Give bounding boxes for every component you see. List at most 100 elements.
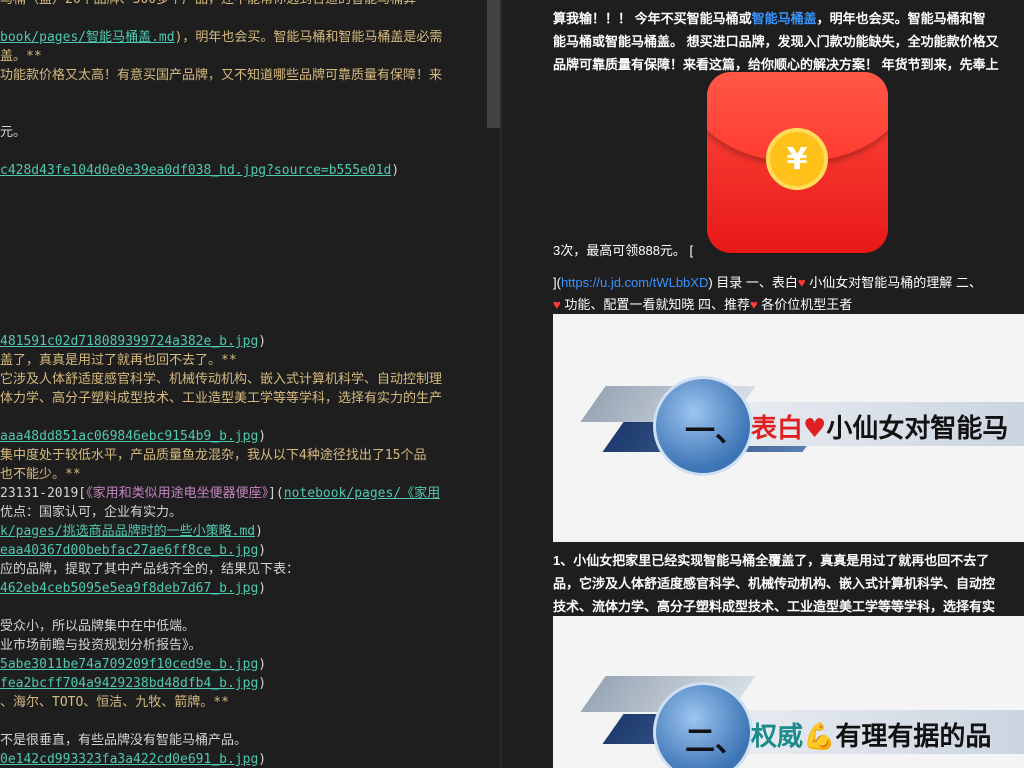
editor-link-text[interactable]: fea2bcff704a9429238bd48dfb4_b.jpg [0,676,258,691]
editor-link-text[interactable]: k/pages/挑选商品品牌时的一些小策略.md [0,524,255,539]
banner-title-highlight: 表白 [751,414,804,444]
heart-icon: ♥ [553,297,561,312]
editor-scrollbar-thumb[interactable] [487,0,500,128]
editor-text: 不是很垂直，有些品牌没有智能马桶产品。 [0,733,248,748]
editor-line[interactable]: 优点：国家认可，企业有实力。 [0,503,490,522]
editor-text: 功能款价格又太高！有意买国产品牌，又不知道哪些品牌可靠质量有保障！来 [0,68,443,83]
editor-text: 应的品牌，提取了其中产品线齐全的，结果见下表： [0,562,300,577]
editor-line[interactable]: eaa40367d00bebfac27ae6ff8ce_b.jpg) [0,541,490,560]
banner-title-highlight: 权威 [751,722,804,752]
editor-text: 集中度处于较低水平，产品质量鱼龙混杂，我从以下4种途径找出了15个品 [0,448,427,463]
red-envelope-image: ¥ [707,72,888,253]
editor-text: ) [391,163,400,178]
editor-text: 23131-2019[ [0,486,87,501]
editor-line[interactable] [0,256,490,275]
editor-text: 盖。** [0,49,42,64]
preview-link-jd[interactable]: https://u.jd.com/tWLbbXD [561,275,708,290]
editor-line[interactable] [0,237,490,256]
editor-line[interactable]: 5abe3011be74a709209f10ced9e_b.jpg) [0,655,490,674]
editor-line[interactable]: 它涉及人体舒适度感官科学、机械传动机构、嵌入式计算机科学、自动控制理 [0,370,490,389]
editor-link-text[interactable]: 5abe3011be74a709209f10ced9e_b.jpg [0,657,258,672]
preview-paragraph-line: 算我输！！！ 今年不买智能马桶或智能马桶盖，明年也会买。智能马桶和智 [553,8,986,27]
editor-text: 马桶（盖）26个品牌、300多个产品，还不能帮你选到合适的智能马桶算 [0,0,416,7]
section-banner-image-2: 二、 权威💪有理有据的品 [553,616,1024,768]
banner-number: 一、 [685,414,745,449]
editor-link-text[interactable]: eaa40367d00bebfac27ae6ff8ce_b.jpg [0,543,258,558]
editor-line[interactable]: 功能款价格又太高！有意买国产品牌，又不知道哪些品牌可靠质量有保障！来 [0,66,490,85]
editor-line[interactable]: k/pages/挑选商品品牌时的一些小策略.md) [0,522,490,541]
preview-text: 功能、配置一看就知晓 四、推荐 [560,297,750,312]
editor-line[interactable] [0,142,490,161]
editor-line[interactable]: 马桶（盖）26个品牌、300多个产品，还不能帮你选到合适的智能马桶算 [0,0,490,9]
editor-line[interactable]: aaa48dd851ac069846ebc9154b9_b.jpg) [0,427,490,446]
banner-number: 二、 [685,724,745,759]
editor-line[interactable] [0,598,490,617]
preview-paragraph-line: 1、小仙女把家里已经实现智能马桶全覆盖了，真真是用过了就再也回不去了 [553,553,990,568]
editor-line[interactable] [0,218,490,237]
editor-code-area[interactable]: 马桶（盖）26个品牌、300多个产品，还不能帮你选到合适的智能马桶算 book/p… [0,0,490,768]
yuan-coin-icon: ¥ [766,128,828,190]
editor-text: )，明年也会买。智能马桶和智能马桶盖是必需 [174,30,443,45]
banner-title: 表白♥小仙女对智能马 [751,408,1008,445]
editor-line[interactable] [0,85,490,104]
editor-link-text[interactable]: c428d43fe104d0e0e39ea0df038_hd.jpg?sourc… [0,163,391,178]
preview-text: ，明年也会买。智能马桶和智 [816,11,986,26]
banner-title-text: 有理有据的品 [835,722,992,752]
editor-text: 业市场前瞻与投资规划分析报告》。 [0,638,202,653]
editor-line[interactable] [0,104,490,123]
editor-line[interactable] [0,294,490,313]
editor-line[interactable]: 、海尔、TOTO、恒洁、九牧、箭牌。** [0,693,490,712]
editor-link-text[interactable]: 462eb4ceb5095e5ea9f8deb7d67_b.jpg [0,581,258,596]
editor-line[interactable]: 盖了，真真是用过了就再也回不去了。** [0,351,490,370]
editor-text: 优点：国家认可，企业有实力。 [0,505,183,520]
preview-paragraph-line: 品牌可靠质量有保障！来看这篇，给你顺心的解决方案！ 年货节到来，先奉上 [553,57,999,72]
editor-line[interactable]: 0e142cd993323fa3a422cd0e691_b.jpg) [0,750,490,768]
editor-line[interactable] [0,199,490,218]
heart-icon: ♥ [749,297,758,312]
preview-paragraph-line: ♥ 功能、配置一看就知晓 四、推荐♥ 各价位机型王者 [553,294,852,313]
editor-text: ) [258,429,267,444]
editor-line[interactable]: 481591c02d718089399724a382e_b.jpg) [0,332,490,351]
editor-text: ) [258,676,267,691]
editor-line[interactable]: 业市场前瞻与投资规划分析报告》。 [0,636,490,655]
preview-paragraph-line: ](https://u.jd.com/tWLbbXD) 目录 一、表白♥ 小仙女… [553,272,982,291]
preview-text: 小仙女对智能马桶的理解 二、 [805,275,982,290]
editor-text: 体力学、高分子塑料成型技术、工业造型美工学等等学科，选择有实力的生产 [0,391,443,406]
editor-link-text[interactable]: 481591c02d718089399724a382e_b.jpg [0,334,258,349]
editor-line[interactable] [0,9,490,28]
preview-text: ]( [553,275,561,290]
editor-line[interactable]: 元。 [0,123,490,142]
preview-paragraph-line: 技术、流体力学、高分子塑料成型技术、工业造型美工学等等学科，选择有实 [553,599,996,614]
editor-text: ) [255,524,263,539]
editor-line[interactable]: c428d43fe104d0e0e39ea0df038_hd.jpg?sourc… [0,161,490,180]
editor-line[interactable] [0,180,490,199]
editor-line[interactable]: 462eb4ceb5095e5ea9f8deb7d67_b.jpg) [0,579,490,598]
markdown-preview: 算我输！！！ 今年不买智能马桶或智能马桶盖，明年也会买。智能马桶和智 能马桶或智… [502,0,1024,768]
editor-line[interactable]: 集中度处于较低水平，产品质量鱼龙混杂，我从以下4种途径找出了15个品 [0,446,490,465]
preview-link-smart-toilet-lid[interactable]: 智能马桶盖 [752,11,817,26]
editor-text: 《家用和类似用途电坐便器便座》 [86,486,269,501]
editor-line[interactable]: 盖。** [0,47,490,66]
editor-link-text[interactable]: notebook/pages/《家用 [284,486,440,501]
editor-line[interactable]: 受众小，所以品牌集中在中低端。 [0,617,490,636]
editor-line[interactable]: 也不能少。** [0,465,490,484]
editor-text: ) [258,752,267,767]
editor-link-text[interactable]: book/pages/智能马桶盖.md [0,30,175,45]
heart-icon: ♥ [797,275,806,290]
editor-text: ]( [268,486,284,501]
editor-line[interactable]: 体力学、高分子塑料成型技术、工业造型美工学等等学科，选择有实力的生产 [0,389,490,408]
editor-line[interactable]: 应的品牌，提取了其中产品线齐全的，结果见下表： [0,560,490,579]
section-banner-image-1: 一、 表白♥小仙女对智能马 [553,314,1024,542]
editor-line[interactable] [0,712,490,731]
editor-line[interactable] [0,408,490,427]
editor-link-text[interactable]: 0e142cd993323fa3a422cd0e691_b.jpg [0,752,258,767]
editor-link-text[interactable]: aaa48dd851ac069846ebc9154b9_b.jpg [0,429,258,444]
editor-line[interactable]: 不是很垂直，有些品牌没有智能马桶产品。 [0,731,490,750]
markdown-editor[interactable]: 马桶（盖）26个品牌、300多个产品，还不能帮你选到合适的智能马桶算 book/p… [0,0,500,768]
editor-line[interactable]: fea2bcff704a9429238bd48dfb4_b.jpg) [0,674,490,693]
editor-text: 、海尔、TOTO、恒洁、九牧、箭牌。** [0,695,229,710]
editor-line[interactable]: book/pages/智能马桶盖.md)，明年也会买。智能马桶和智能马桶盖是必需 [0,28,490,47]
editor-line[interactable] [0,275,490,294]
editor-line[interactable] [0,313,490,332]
editor-line[interactable]: 23131-2019[《家用和类似用途电坐便器便座》](notebook/pag… [0,484,490,503]
